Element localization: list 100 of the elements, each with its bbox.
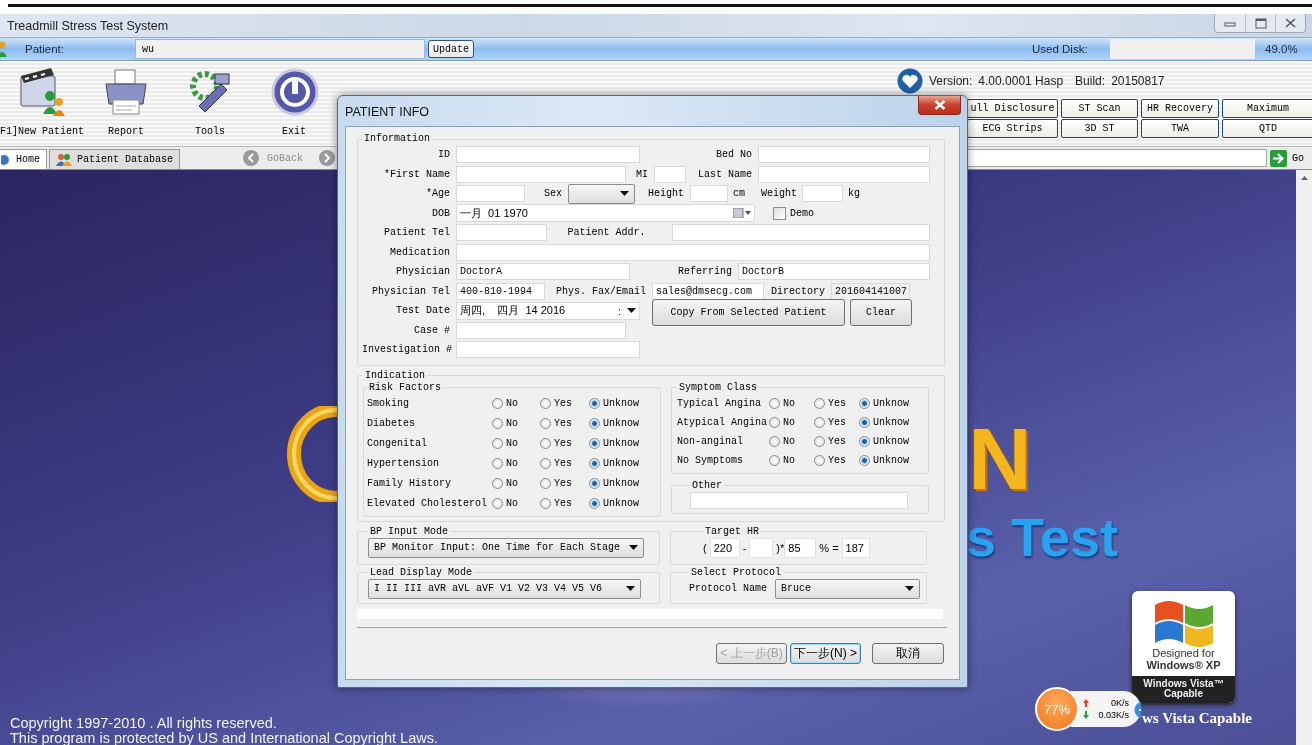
dropdown[interactable]: I II III aVR aVL aVF V1 V2 V3 V4 V5 V6 (368, 578, 641, 599)
dropdown[interactable]: Bruce (775, 578, 920, 599)
radio-button[interactable] (540, 418, 551, 429)
function-button[interactable]: QTD (1222, 119, 1312, 138)
dropdown[interactable] (568, 183, 635, 204)
tab[interactable]: Home (0, 149, 47, 169)
clear-button[interactable]: Clear (850, 299, 912, 326)
input-field[interactable]: 220 (709, 537, 740, 558)
radio-button[interactable] (769, 416, 780, 428)
update-button[interactable]: Update (428, 40, 474, 58)
input-field[interactable] (758, 146, 930, 164)
patient-field[interactable]: wu (135, 39, 425, 59)
input-field[interactable]: DoctorB (738, 263, 930, 281)
input-field[interactable] (672, 224, 930, 242)
radio-button[interactable] (859, 435, 870, 447)
radio-button[interactable] (589, 418, 600, 429)
radio-button[interactable] (589, 398, 600, 409)
radio-button[interactable] (492, 478, 503, 489)
scrollbar[interactable] (1296, 170, 1312, 745)
group-label: Other (691, 479, 723, 492)
input-field[interactable] (749, 537, 774, 558)
radio-button[interactable] (492, 458, 503, 469)
radio-button[interactable] (859, 397, 870, 409)
radio-button[interactable] (769, 397, 780, 409)
input-field[interactable]: 400-810-1994 (456, 282, 545, 300)
radio-button[interactable] (492, 418, 503, 429)
function-button[interactable]: ECG Strips (967, 119, 1058, 138)
radio-button[interactable] (859, 416, 870, 428)
radio-label: No (783, 416, 795, 428)
function-button[interactable]: ull Disclosure (967, 99, 1058, 118)
row-label: Family History (367, 478, 452, 489)
radio-label: Yes (554, 438, 572, 449)
input-field[interactable]: 201604141007 (831, 282, 910, 300)
scroll-up-icon (1300, 176, 1308, 180)
input-field[interactable] (690, 491, 908, 509)
toolbar-button[interactable]: Report (84, 61, 168, 146)
radio-button[interactable] (492, 498, 503, 509)
input-field[interactable]: 85 (784, 537, 817, 558)
input-field[interactable] (456, 146, 640, 164)
field-label: *Age (425, 188, 451, 200)
checkbox[interactable] (773, 206, 786, 220)
radio-button[interactable] (814, 435, 825, 447)
input-field[interactable] (456, 321, 626, 339)
copy-button[interactable]: Copy From Selected Patient (652, 299, 845, 326)
dialog-button[interactable]: 取消 (872, 642, 944, 664)
radio-label: Unknow (603, 418, 639, 429)
radio-button[interactable] (814, 454, 825, 466)
input-field[interactable]: 187 (841, 537, 870, 558)
radio-label: No (506, 498, 518, 509)
radio-button[interactable] (769, 454, 780, 466)
go-link[interactable]: Go (1292, 152, 1304, 164)
radio-button[interactable] (589, 478, 600, 489)
toolbar-button[interactable]: F1]New Patient (0, 61, 84, 146)
radio-button[interactable] (540, 498, 551, 509)
group-label: Target HR (704, 525, 760, 538)
radio-button[interactable] (589, 438, 600, 449)
dropdown[interactable]: BP Monitor Input: One Time for Each Stage (368, 537, 644, 558)
radio-label: No (506, 418, 518, 429)
input-field[interactable] (456, 224, 547, 242)
input-field[interactable] (758, 165, 930, 183)
home-icon (1, 153, 11, 166)
radio-button[interactable] (492, 398, 503, 409)
date-picker[interactable]: 周四, 四月 14 2016 : (456, 301, 640, 320)
toolbar-button[interactable]: Tools (168, 61, 252, 146)
input-field[interactable] (802, 185, 843, 203)
radio-button[interactable] (589, 458, 600, 469)
tab[interactable]: Patient Database (49, 149, 181, 169)
upload-rate: 0K/s (1110, 698, 1129, 708)
function-button[interactable]: TWA (1141, 119, 1219, 138)
function-button[interactable]: HR Recovery (1141, 99, 1219, 118)
radio-button[interactable] (769, 435, 780, 447)
toolbar-button[interactable]: Exit (252, 61, 336, 146)
input-field[interactable] (456, 243, 930, 261)
input-field[interactable] (456, 185, 525, 203)
input-field[interactable] (456, 165, 626, 183)
radio-button[interactable] (540, 478, 551, 489)
close-button[interactable] (918, 96, 961, 115)
radio-button[interactable] (814, 416, 825, 428)
date-picker[interactable]: 一月 01 1970 (456, 204, 755, 223)
dialog-button[interactable]: 下一步(N) > (790, 642, 861, 664)
clapperboard-people-icon (17, 66, 67, 118)
radio-button[interactable] (540, 398, 551, 409)
function-button[interactable]: ST Scan (1061, 99, 1138, 118)
radio-button[interactable] (814, 397, 825, 409)
radio-label: Yes (828, 435, 846, 447)
row-label: Atypical Angina (677, 416, 768, 428)
radio-button[interactable] (540, 458, 551, 469)
radio-button[interactable] (859, 454, 870, 466)
function-button[interactable]: Maximum (1222, 99, 1312, 118)
radio-button[interactable] (492, 438, 503, 449)
copyright-text: Copyright 1997-2010 . All rights reserved. (10, 716, 278, 731)
radio-button[interactable] (540, 438, 551, 449)
function-button[interactable]: 3D ST (1061, 119, 1138, 138)
caret-icon (626, 586, 635, 591)
input-field[interactable] (654, 165, 686, 183)
radio-button[interactable] (589, 498, 600, 509)
input-field[interactable] (690, 185, 728, 203)
input-field[interactable] (456, 341, 640, 359)
input-field[interactable]: sales@dmsecg.com (652, 282, 764, 300)
input-field[interactable]: DoctorA (456, 263, 630, 281)
